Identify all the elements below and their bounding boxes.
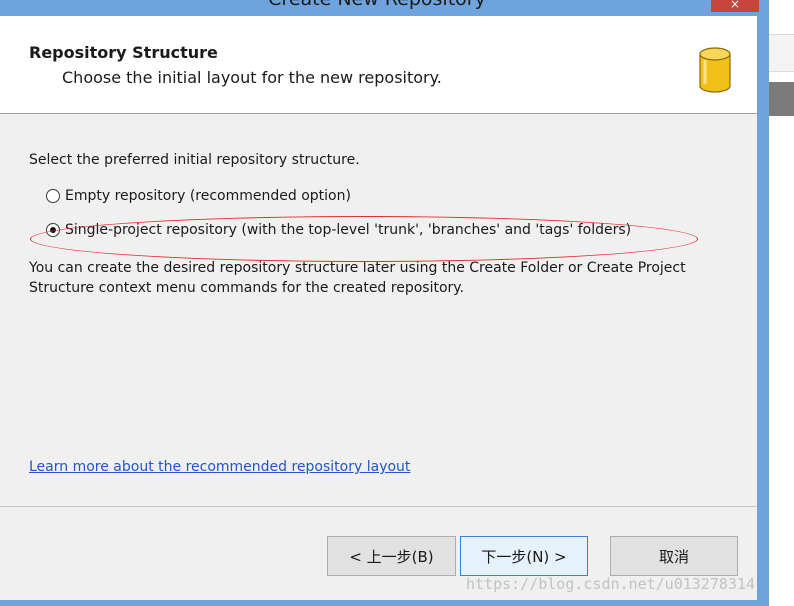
note-line-1: You can create the desired repository st… [29,260,686,276]
radio-empty-repository[interactable]: Empty repository (recommended option) [46,186,351,206]
page-subtitle: Choose the initial layout for the new re… [62,68,442,87]
background-window-slice [769,0,794,606]
back-button[interactable]: < 上一步(B) [327,536,456,576]
footer-divider [0,506,757,507]
cancel-button[interactable]: 取消 [610,536,738,576]
wizard-content: Select the preferred initial repository … [0,114,757,504]
wizard-header: Repository Structure Choose the initial … [0,16,757,114]
watermark-text: https://blog.csdn.net/u013278314 [466,575,755,593]
window-frame: Create New Repository × Repository Struc… [0,0,769,606]
radio-button[interactable] [46,189,60,203]
background-toolbar [769,34,794,72]
close-icon: × [729,0,741,11]
close-button[interactable]: × [711,0,759,12]
background-header-bar [769,82,794,116]
radio-label: Empty repository (recommended option) [65,188,351,204]
window-title: Create New Repository [0,0,754,10]
page-title: Repository Structure [29,43,218,62]
database-icon [699,47,731,93]
structure-prompt: Select the preferred initial repository … [29,152,360,168]
annotation-oval [30,216,698,262]
learn-more-link[interactable]: Learn more about the recommended reposit… [29,459,410,475]
next-button[interactable]: 下一步(N) > [460,536,588,576]
note-line-2: Structure context menu commands for the … [29,280,465,296]
dialog-body: Repository Structure Choose the initial … [0,16,757,600]
title-bar[interactable]: Create New Repository × [0,0,769,16]
